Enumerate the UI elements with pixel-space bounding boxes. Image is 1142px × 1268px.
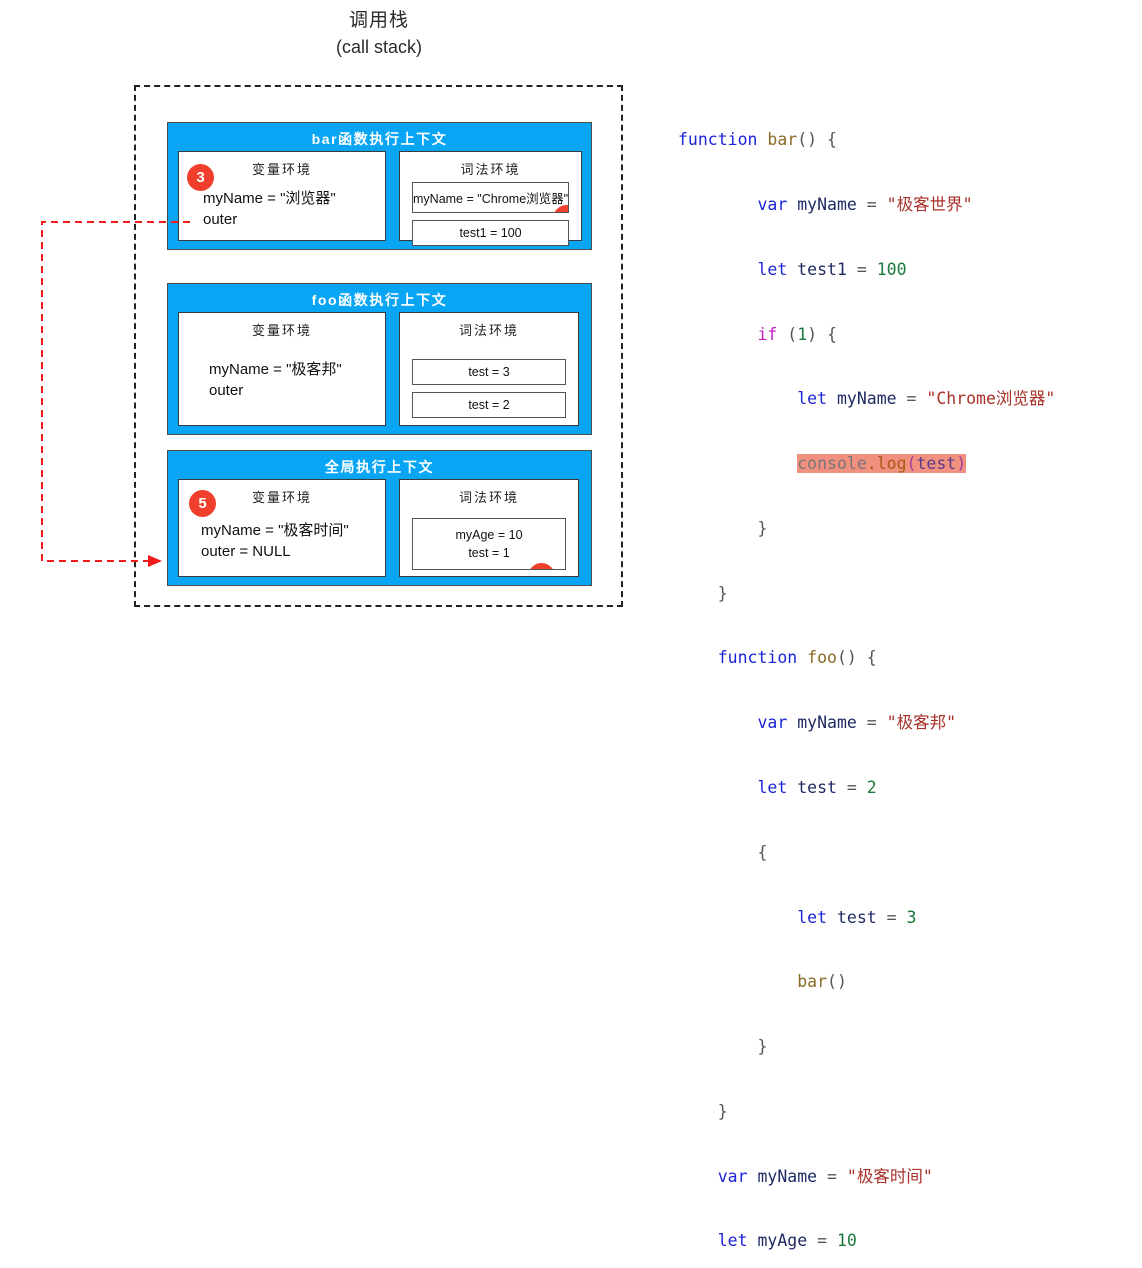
- context-body-foo: 变量环境 myName = "极客邦" outer 词法环境 test = 3 …: [168, 312, 591, 426]
- code-line: var myName = "极客邦": [757, 713, 957, 733]
- lexical-environment-title-global: 词法环境: [458, 490, 519, 505]
- variable-environment-foo[interactable]: 变量环境 myName = "极客邦" outer: [178, 312, 386, 426]
- code-line: let test = 3: [797, 907, 917, 927]
- step-badge-3: 3: [187, 164, 214, 191]
- context-title-global: 全局执行上下文: [324, 459, 435, 475]
- code-line: {: [757, 842, 768, 862]
- step-badge-5: 5: [189, 490, 216, 517]
- lexical-slot[interactable]: myAge = 10 test = 1 4: [412, 518, 566, 570]
- execution-context-global[interactable]: 全局执行上下文 5 变量环境 myName = "极客时间" outer = N…: [167, 450, 592, 586]
- lexical-slot-text: test1 = 100: [459, 226, 522, 240]
- code-line: bar(): [797, 972, 847, 992]
- code-line: let test1 = 100: [757, 259, 907, 279]
- lexical-slot[interactable]: test1 = 100 2: [412, 220, 570, 246]
- page-title-en: (call stack): [335, 37, 422, 57]
- code-line: function foo() {: [717, 648, 877, 668]
- variable-line: myName = "极客时间": [201, 522, 349, 539]
- diagram-title: 调用栈 (call stack): [134, 8, 624, 60]
- lexical-slot[interactable]: test = 2: [412, 392, 566, 418]
- code-line: }: [757, 518, 768, 538]
- code-line: }: [757, 1037, 768, 1057]
- variable-environment-lines-foo: myName = "极客邦" outer: [179, 337, 385, 401]
- code-line: var myName = "极客时间": [717, 1166, 933, 1186]
- lexical-environment-title-foo: 词法环境: [458, 323, 519, 338]
- lexical-environment-title-bar: 词法环境: [460, 162, 521, 177]
- lexical-environment-global[interactable]: 词法环境 myAge = 10 test = 1 4: [399, 479, 579, 577]
- code-line: let test = 2: [757, 778, 877, 797]
- lexical-slot-list-bar: myName = "Chrome浏览器" 1 test1 = 100 2: [400, 176, 581, 246]
- context-title-foo: foo函数执行上下文: [311, 292, 448, 308]
- execution-context-foo[interactable]: foo函数执行上下文 变量环境 myName = "极客邦" outer 词法环…: [167, 283, 592, 435]
- page-title-cn: 调用栈: [348, 10, 409, 31]
- variable-line: myName = "浏览器": [203, 190, 336, 207]
- code-line: let myName = "Chrome浏览器": [797, 389, 1056, 409]
- context-title-bar: bar函数执行上下文: [311, 131, 448, 147]
- code-line: }: [717, 1101, 728, 1121]
- code-line: function bar() {: [678, 130, 837, 150]
- code-line: let myAge = 10: [717, 1231, 857, 1251]
- variable-line: outer = NULL: [201, 543, 291, 560]
- variable-line: outer: [209, 382, 244, 399]
- code-line: var myName = "极客世界": [757, 194, 973, 214]
- lexical-slot-list-global: myAge = 10 test = 1 4: [400, 504, 578, 570]
- lexical-slot[interactable]: test = 3: [412, 359, 566, 385]
- lexical-slot-list-foo: test = 3 test = 2: [400, 337, 578, 418]
- call-stack-container: bar函数执行上下文 3 变量环境 myName = "浏览器" outer 词…: [134, 85, 623, 607]
- lexical-environment-bar[interactable]: 词法环境 myName = "Chrome浏览器" 1 test1 = 100 …: [399, 151, 583, 246]
- lexical-environment-foo[interactable]: 词法环境 test = 3 test = 2: [399, 312, 579, 426]
- code-line-highlighted: console.log(test): [797, 454, 967, 474]
- source-code-panel: function bar() { var myName = "极客世界" let…: [678, 86, 1128, 1268]
- lexical-slot[interactable]: myName = "Chrome浏览器" 1: [412, 182, 570, 213]
- code-line: }: [717, 583, 728, 603]
- variable-line: outer: [203, 211, 238, 228]
- lexical-slot-text: test = 2: [468, 398, 510, 412]
- variable-environment-title-foo: 变量环境: [251, 323, 312, 338]
- variable-environment-global[interactable]: 5 变量环境 myName = "极客时间" outer = NULL: [178, 479, 386, 577]
- lexical-slot-text: myAge = 10 test = 1: [455, 528, 523, 560]
- code-line: if (1) {: [757, 324, 837, 344]
- step-badge-4: 4: [528, 563, 555, 569]
- variable-line: myName = "极客邦": [209, 361, 342, 378]
- execution-context-bar[interactable]: bar函数执行上下文 3 变量环境 myName = "浏览器" outer 词…: [167, 122, 592, 250]
- step-badge-1: 1: [553, 205, 569, 212]
- context-body-bar: 3 变量环境 myName = "浏览器" outer 词法环境 myName …: [168, 151, 591, 246]
- lexical-slot-text: myName = "Chrome浏览器": [413, 192, 569, 206]
- lexical-slot-text: test = 3: [468, 365, 510, 379]
- variable-environment-bar[interactable]: 3 变量环境 myName = "浏览器" outer: [178, 151, 386, 241]
- context-body-global: 5 变量环境 myName = "极客时间" outer = NULL 词法环境…: [168, 479, 591, 577]
